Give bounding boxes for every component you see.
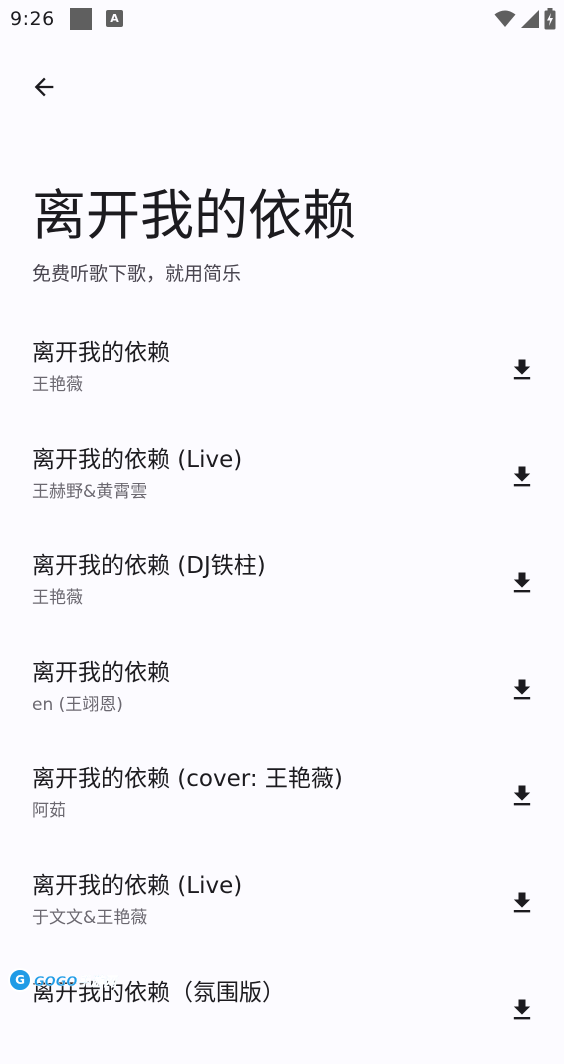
song-title: 离开我的依赖 (cover: 王艳薇) <box>32 766 343 793</box>
download-button[interactable] <box>500 988 544 1032</box>
song-artist: 王赫野&黄霄雲 <box>32 481 148 502</box>
song-artist: 阿茹 <box>32 801 66 822</box>
song-list-item[interactable]: 离开我的依赖 (Live) 于文文&王艳薇 <box>0 851 564 958</box>
download-icon <box>513 359 531 380</box>
song-list-item[interactable]: 离开我的依赖 (Live) 王赫野&黄霄雲 <box>0 425 564 532</box>
back-button[interactable] <box>20 68 68 110</box>
song-artist: 王艳薇 <box>32 588 83 609</box>
signal-icon <box>520 9 540 29</box>
song-list-item[interactable]: 离开我的依赖 en (王翊恩) <box>0 638 564 745</box>
notification-a-icon: A <box>106 10 123 27</box>
download-icon <box>513 466 531 486</box>
download-icon <box>513 785 531 806</box>
song-list-item[interactable]: 离开我的依赖 (DJ铁柱) 王艳薇 <box>0 531 564 638</box>
download-button[interactable] <box>500 455 544 499</box>
notification-square-icon <box>70 8 92 30</box>
song-title: 离开我的依赖 <box>32 340 170 366</box>
song-list-item[interactable]: 离开我的依赖 王艳薇 <box>0 318 564 425</box>
song-list-item[interactable]: 离开我的依赖 (cover: 王艳薇) 阿茹 <box>0 744 564 851</box>
song-title: 离开我的依赖 <box>32 659 170 686</box>
arrow-back-icon <box>30 73 58 105</box>
download-button[interactable] <box>500 348 544 392</box>
wifi-icon <box>494 10 516 28</box>
download-button[interactable] <box>500 881 544 925</box>
page-title: 离开我的依赖 <box>32 184 356 247</box>
song-list-item[interactable]: 离开我的依赖（氛围版） <box>0 958 564 1064</box>
download-button[interactable] <box>500 668 544 712</box>
song-artist: 王艳薇 <box>32 375 83 395</box>
song-title: 离开我的依赖 (DJ铁柱) <box>32 553 266 580</box>
song-artist: en (王翊恩) <box>32 694 123 715</box>
song-list: 离开我的依赖 王艳薇 离开我的依赖 (Live) 王赫野&黄霄雲 离开我的依赖 … <box>0 318 564 1064</box>
download-icon <box>513 572 531 593</box>
download-button[interactable] <box>500 774 544 818</box>
download-icon <box>513 999 531 1019</box>
page-subtitle: 免费听歌下歌，就用简乐 <box>32 263 242 285</box>
download-icon <box>513 892 531 913</box>
song-title: 离开我的依赖 (Live) <box>32 872 243 899</box>
battery-charging-icon <box>544 8 556 30</box>
download-button[interactable] <box>500 561 544 605</box>
system-status-icons <box>494 8 556 30</box>
download-icon <box>513 679 531 700</box>
song-artist: 于文文&王艳薇 <box>32 907 148 928</box>
song-title: 离开我的依赖 (Live) <box>32 446 243 473</box>
status-time: 9:26 <box>10 8 55 30</box>
status-bar: 9:26 A <box>0 0 564 38</box>
